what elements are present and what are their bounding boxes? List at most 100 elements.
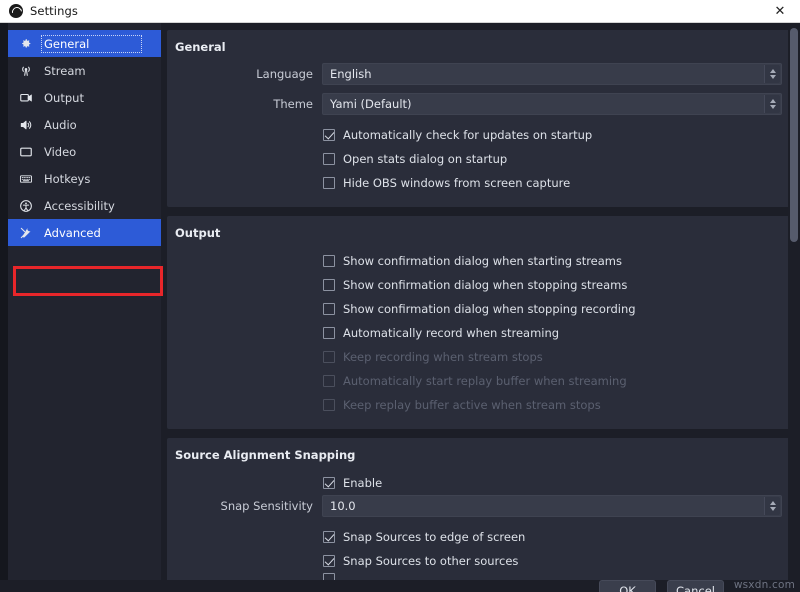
group-output: Output Show confirmation dialog when sta… bbox=[167, 216, 794, 429]
checkbox-auto-check-updates[interactable]: Automatically check for updates on start… bbox=[174, 123, 782, 147]
keyboard-icon bbox=[18, 171, 33, 186]
checkbox-box[interactable] bbox=[323, 555, 335, 567]
theme-combobox[interactable]: Yami (Default) bbox=[322, 93, 782, 115]
cancel-button[interactable]: Cancel bbox=[667, 580, 724, 592]
sidebar-item-label: Accessibility bbox=[42, 198, 117, 214]
checkbox-box[interactable] bbox=[323, 303, 335, 315]
checkbox-box[interactable] bbox=[323, 279, 335, 291]
chevron-updown-icon[interactable] bbox=[764, 95, 780, 113]
group-source-alignment-snapping: Source Alignment Snapping Enable Snap Se… bbox=[167, 438, 794, 592]
checkbox-label: Enable bbox=[343, 476, 382, 490]
row-theme: Theme Yami (Default) bbox=[174, 93, 782, 115]
snap-sensitivity-label: Snap Sensitivity bbox=[174, 499, 322, 513]
output-monitor-icon bbox=[18, 90, 33, 105]
checkbox-box[interactable] bbox=[323, 477, 335, 489]
checkbox-keep-recording-when-stream-stops: Keep recording when stream stops bbox=[174, 345, 782, 369]
close-icon[interactable]: ✕ bbox=[760, 0, 800, 22]
settings-window: Settings ✕ General bbox=[0, 0, 800, 592]
language-label: Language bbox=[174, 67, 322, 81]
checkbox-label: Hide OBS windows from screen capture bbox=[343, 176, 570, 190]
speaker-icon bbox=[18, 117, 33, 132]
checkbox-box[interactable] bbox=[323, 177, 335, 189]
settings-sidebar: General Stream bbox=[8, 23, 161, 592]
checkbox-box[interactable] bbox=[323, 327, 335, 339]
checkbox-label: Automatically check for updates on start… bbox=[343, 128, 592, 142]
gear-icon bbox=[18, 36, 33, 51]
checkbox-box[interactable] bbox=[323, 153, 335, 165]
dialog-footer: OK Cancel bbox=[0, 580, 800, 592]
checkbox-snap-to-other-sources[interactable]: Snap Sources to other sources bbox=[174, 549, 782, 573]
checkbox-open-stats-dialog[interactable]: Open stats dialog on startup bbox=[174, 147, 782, 171]
checkbox-box bbox=[323, 399, 335, 411]
settings-content-pane: General Language English Theme bbox=[161, 23, 800, 592]
window-title: Settings bbox=[30, 4, 78, 18]
broadcast-icon bbox=[18, 63, 33, 78]
checkbox-snap-to-edge-of-screen[interactable]: Snap Sources to edge of screen bbox=[174, 525, 782, 549]
language-value: English bbox=[330, 67, 372, 81]
window-body: General Stream bbox=[0, 23, 800, 592]
sidebar-item-label: Stream bbox=[42, 63, 88, 79]
group-title: Source Alignment Snapping bbox=[174, 448, 782, 462]
snap-sensitivity-value: 10.0 bbox=[330, 499, 356, 513]
checkbox-label: Open stats dialog on startup bbox=[343, 152, 507, 166]
scroll-content: General Language English Theme bbox=[161, 23, 800, 592]
sidebar-item-label: Video bbox=[42, 144, 78, 160]
checkbox-box[interactable] bbox=[323, 531, 335, 543]
sidebar-item-stream[interactable]: Stream bbox=[8, 57, 161, 84]
sidebar-item-hotkeys[interactable]: Hotkeys bbox=[8, 165, 161, 192]
left-gutter bbox=[0, 23, 8, 592]
display-icon bbox=[18, 144, 33, 159]
ok-button[interactable]: OK bbox=[599, 580, 656, 592]
checkbox-box bbox=[323, 351, 335, 363]
language-combobox[interactable]: English bbox=[322, 63, 782, 85]
checkbox-label: Automatically start replay buffer when s… bbox=[343, 374, 627, 388]
sidebar-item-accessibility[interactable]: Accessibility bbox=[8, 192, 161, 219]
checkbox-confirm-stop-recording[interactable]: Show confirmation dialog when stopping r… bbox=[174, 297, 782, 321]
checkbox-keep-replay-buffer-active: Keep replay buffer active when stream st… bbox=[174, 393, 782, 417]
sidebar-item-label: Hotkeys bbox=[42, 171, 92, 187]
vertical-scrollbar[interactable] bbox=[788, 23, 799, 592]
checkbox-label: Snap Sources to edge of screen bbox=[343, 530, 525, 544]
sidebar-item-advanced[interactable]: Advanced bbox=[8, 219, 161, 246]
group-title: General bbox=[174, 40, 782, 54]
sidebar-item-label: Advanced bbox=[42, 225, 103, 241]
checkbox-label: Keep replay buffer active when stream st… bbox=[343, 398, 601, 412]
checkbox-label: Show confirmation dialog when starting s… bbox=[343, 254, 622, 268]
watermark: wsxdn.com bbox=[734, 579, 795, 591]
checkbox-box[interactable] bbox=[323, 129, 335, 141]
obs-logo-icon bbox=[9, 4, 23, 18]
checkbox-confirm-stop-stream[interactable]: Show confirmation dialog when stopping s… bbox=[174, 273, 782, 297]
chevron-updown-icon[interactable] bbox=[764, 65, 780, 83]
row-snap-sensitivity: Snap Sensitivity 10.0 bbox=[174, 495, 782, 517]
checkbox-auto-record-when-streaming[interactable]: Automatically record when streaming bbox=[174, 321, 782, 345]
checkbox-hide-obs-windows[interactable]: Hide OBS windows from screen capture bbox=[174, 171, 782, 195]
row-language: Language English bbox=[174, 63, 782, 85]
scrollbar-thumb[interactable] bbox=[790, 28, 798, 242]
sidebar-item-video[interactable]: Video bbox=[8, 138, 161, 165]
sidebar-item-label: Audio bbox=[42, 117, 79, 133]
titlebar: Settings ✕ bbox=[0, 0, 800, 23]
theme-value: Yami (Default) bbox=[330, 97, 412, 111]
sidebar-item-label: Output bbox=[42, 90, 86, 106]
checkbox-label: Snap Sources to other sources bbox=[343, 554, 518, 568]
accessibility-icon bbox=[18, 198, 33, 213]
theme-label: Theme bbox=[174, 97, 322, 111]
checkbox-label: Keep recording when stream stops bbox=[343, 350, 543, 364]
checkbox-confirm-start-stream[interactable]: Show confirmation dialog when starting s… bbox=[174, 249, 782, 273]
sidebar-item-audio[interactable]: Audio bbox=[8, 111, 161, 138]
checkbox-enable-snapping[interactable]: Enable bbox=[174, 471, 782, 495]
checkbox-box bbox=[323, 375, 335, 387]
checkbox-label: Show confirmation dialog when stopping r… bbox=[343, 302, 636, 316]
snap-sensitivity-spinbox[interactable]: 10.0 bbox=[322, 495, 782, 517]
sidebar-item-label: General bbox=[42, 36, 141, 52]
checkbox-box[interactable] bbox=[323, 255, 335, 267]
sidebar-item-general[interactable]: General bbox=[8, 30, 161, 57]
sidebar-item-output[interactable]: Output bbox=[8, 84, 161, 111]
tools-icon bbox=[18, 225, 33, 240]
checkbox-label: Show confirmation dialog when stopping s… bbox=[343, 278, 627, 292]
group-title: Output bbox=[174, 226, 782, 240]
group-general: General Language English Theme bbox=[167, 30, 794, 207]
checkbox-label: Automatically record when streaming bbox=[343, 326, 559, 340]
chevron-updown-icon[interactable] bbox=[764, 497, 780, 515]
checkbox-auto-start-replay-buffer: Automatically start replay buffer when s… bbox=[174, 369, 782, 393]
